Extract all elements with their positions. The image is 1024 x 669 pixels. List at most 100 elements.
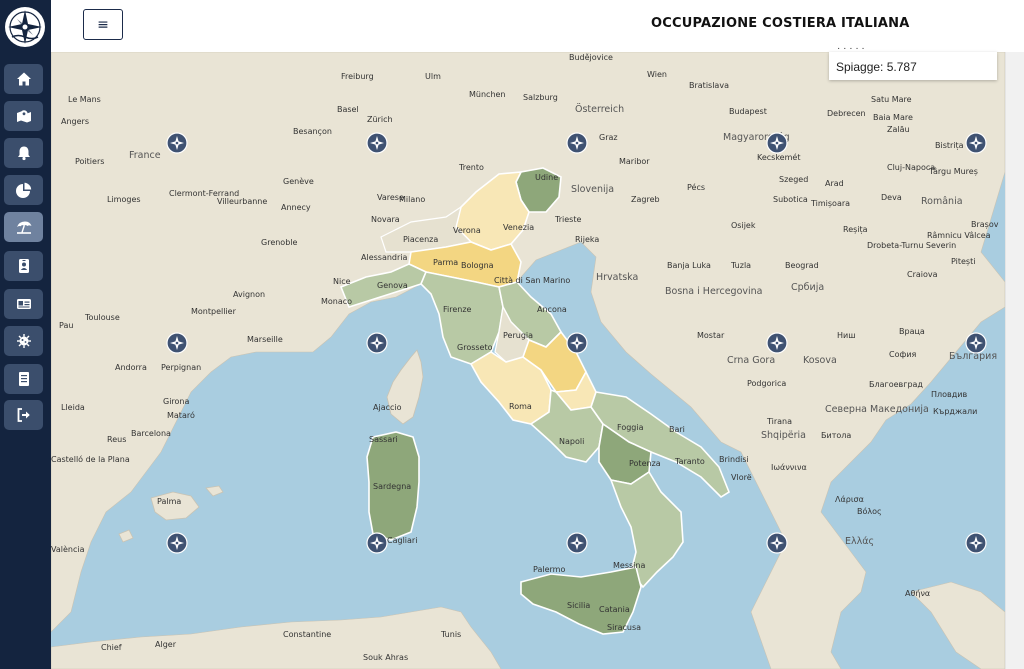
city-label: Catania [599,605,630,614]
map-canvas[interactable]: Freiburg Ulm München Wien Bratislava Bud… [51,52,1005,669]
nav-logout[interactable] [4,400,43,430]
compass-marker-icon[interactable] [166,332,188,354]
city-label: Graz [599,133,618,142]
city-label: Grenoble [261,238,298,247]
city-label: Brașov [971,220,999,230]
city-label: Barcelona [131,429,171,438]
nav-beaches[interactable] [4,212,43,242]
compass-marker-icon[interactable] [366,332,388,354]
nav-badge[interactable] [4,251,43,281]
compass-marker-icon[interactable] [766,332,788,354]
compass-marker-icon[interactable] [566,332,588,354]
pie-chart-icon [15,182,31,198]
city-label: Pitești [951,257,975,267]
city-label: Siracusa [607,623,641,632]
city-label: Mataró [167,410,195,420]
nav-documents[interactable] [4,364,43,394]
nav-notifications[interactable] [4,138,43,168]
city-label: Arad [825,179,844,188]
city-label: Timișoara [810,199,850,209]
city-label: Zalău [887,125,910,134]
city-label: Битола [821,431,851,440]
city-label: Mostar [697,331,725,340]
country-label: Северна Македонија [825,404,929,415]
city-label: Trieste [554,215,581,224]
country-label: Slovenija [571,184,614,195]
city-label: Tirana [766,417,792,426]
city-label: Reșița [843,225,868,235]
city-label: Brindisi [719,455,749,464]
city-label: Città di San Marino [494,276,570,285]
city-label: Venezia [503,223,534,232]
city-label: Taranto [674,457,705,466]
city-label: Враца [899,327,925,336]
city-label: Girona [163,397,190,406]
city-label: Monaco [321,297,352,306]
compass-marker-icon[interactable] [965,332,987,354]
city-label: Potenza [629,459,661,468]
bell-icon [17,146,30,161]
city-label: Novara [371,215,400,224]
id-badge-icon [18,259,29,273]
city-label: Drobeta-Turnu Severin [867,241,956,250]
menu-toggle-button[interactable]: ≡ [83,9,123,40]
city-label: Cluj-Napoca [887,163,935,172]
info-box: · · · · · Spiagge: 5.787 [829,43,997,80]
compass-rose-logo[interactable] [4,6,46,48]
page-scrollbar[interactable] [1005,52,1024,669]
city-label: Zürich [367,115,393,124]
city-label: Bratislava [689,81,729,90]
city-label: Udine [535,173,558,182]
compass-marker-icon[interactable] [166,532,188,554]
city-label: Λάρισα [835,495,864,504]
city-label: Montpellier [191,307,237,316]
compass-marker-icon[interactable] [166,132,188,154]
city-label: Reus [107,435,126,444]
country-label: România [921,196,963,207]
compass-marker-icon[interactable] [566,132,588,154]
city-label: Maribor [619,157,650,166]
country-label: Bosna i Hercegovina [665,286,763,297]
city-label: Râmnicu Vâlcea [927,231,991,240]
city-label: Le Mans [68,95,101,104]
city-label: Благоевград [869,380,923,389]
city-label: Lleida [61,403,85,412]
city-label: Genève [283,176,314,186]
city-label: Genova [377,281,408,290]
city-label: Osijek [731,221,756,230]
city-label: Pécs [687,182,705,192]
city-label: Vlorë [731,473,752,482]
compass-marker-icon[interactable] [566,532,588,554]
nav-map[interactable] [4,101,43,131]
nav-health[interactable] [4,326,43,356]
city-label: Marseille [247,335,283,344]
nav-statistics[interactable] [4,175,43,205]
city-label: Sicilia [567,601,590,610]
city-label: Craiova [907,270,938,279]
city-label: Beograd [785,261,819,270]
logout-icon [17,408,30,422]
city-label: Roma [509,402,532,411]
compass-marker-icon[interactable] [366,132,388,154]
city-label: Пловдив [931,390,967,399]
city-label: Кърджали [933,407,977,416]
city-label: Debrecen [827,109,866,118]
nav-home[interactable] [4,64,43,94]
map-view[interactable]: Freiburg Ulm München Wien Bratislava Bud… [51,52,1005,669]
city-label: Alger [155,640,177,649]
compass-marker-icon[interactable] [766,132,788,154]
compass-marker-icon[interactable] [366,532,388,554]
compass-marker-icon[interactable] [965,132,987,154]
nav-card[interactable] [4,289,43,319]
document-icon [18,372,29,386]
country-label: Hrvatska [596,272,638,283]
compass-marker-icon[interactable] [965,532,987,554]
city-label: Palermo [533,565,565,574]
city-label: Cagliari [387,536,417,545]
compass-marker-icon[interactable] [766,532,788,554]
city-label: Grosseto [457,343,493,352]
city-label: Angers [61,117,89,126]
city-label: Ιωάννινα [771,463,807,472]
city-label: Andorra [115,363,147,372]
virus-icon [16,334,31,348]
